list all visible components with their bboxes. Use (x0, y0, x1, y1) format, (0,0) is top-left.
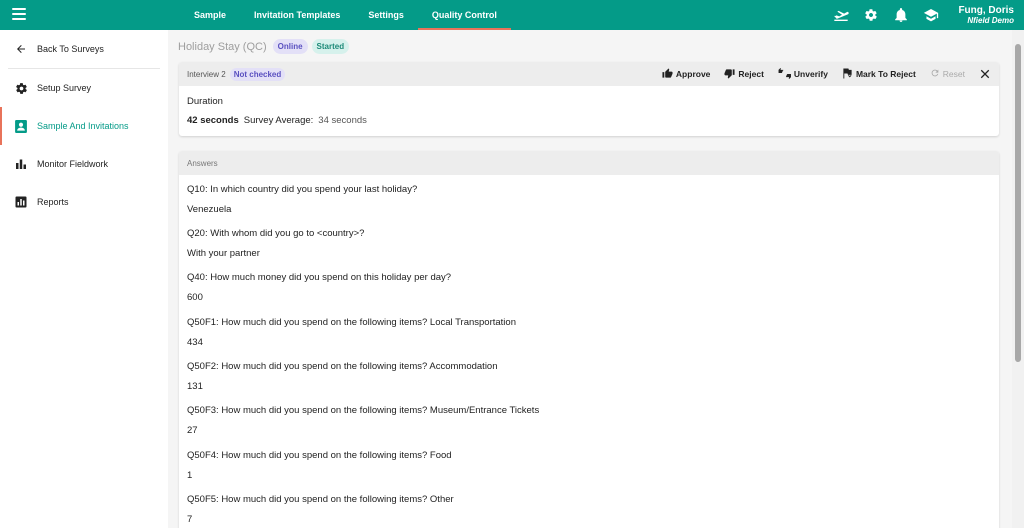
answer-item: Q10: In which country did you spend your… (187, 184, 417, 216)
duration-value: 42 seconds (187, 115, 239, 126)
arrow-left-icon (14, 42, 28, 56)
graduation-cap-icon[interactable] (922, 6, 940, 24)
approve-label: Approve (675, 69, 711, 79)
flag-thumbs-down-icon (842, 67, 853, 81)
thumbs-up-down-icon (778, 67, 792, 81)
answer-item: Q50F4: How much did you spend on the fol… (187, 450, 452, 482)
answers-label: Answers (187, 158, 218, 168)
answer-item: Q40: How much money did you spend on thi… (187, 272, 451, 304)
scrollbar-thumb[interactable] (1015, 44, 1021, 362)
top-icons (832, 0, 940, 30)
answer-text: 131 (187, 381, 203, 392)
nav-sample[interactable]: Sample (180, 0, 240, 30)
survey-header: Holiday Stay (QC) Online Started (178, 39, 350, 54)
plane-icon[interactable] (832, 6, 850, 24)
sidebar-item-monitor-fieldwork[interactable]: Monitor Fieldwork (0, 145, 168, 183)
thumbs-up-icon (662, 67, 673, 81)
duration-row: 42 seconds Survey Average: 34 seconds (187, 115, 367, 126)
user-name: Fung, Doris (958, 5, 1014, 16)
interview-actions: Approve Reject Unverify Mark To Reject R… (662, 62, 991, 86)
gear-icon (14, 81, 28, 95)
bar-chart-icon (14, 157, 28, 171)
answer-item: Q50F3: How much did you spend on the fol… (187, 405, 539, 437)
unverify-button[interactable]: Unverify (778, 67, 828, 81)
interview-card-header: Interview 2 Not checked Approve Reject U… (179, 62, 999, 86)
question-text: Q40: How much money did you spend on thi… (187, 272, 452, 283)
refresh-icon (930, 68, 940, 80)
status-badge-online: Online (272, 39, 308, 54)
bell-icon[interactable] (892, 6, 910, 24)
sidebar: Back To Surveys Setup Survey Sample And … (0, 30, 168, 528)
survey-average-label: Survey Average: (243, 115, 314, 126)
status-badge-not-checked: Not checked (229, 67, 286, 81)
question-text: Q50F2: How much did you spend on the fol… (187, 361, 498, 372)
menu-icon[interactable] (12, 8, 26, 20)
sidebar-item-label: Sample And Invitations (37, 121, 129, 131)
gear-icon[interactable] (862, 6, 880, 24)
answer-text: 1 (187, 470, 193, 481)
answer-text: 600 (187, 292, 203, 303)
answer-item: Q50F2: How much did you spend on the fol… (187, 361, 498, 393)
survey-average-value: 34 seconds (318, 115, 367, 126)
answer-text: With your partner (187, 248, 260, 259)
reject-label: Reject (738, 69, 764, 79)
reset-label: Reset (942, 69, 965, 79)
approve-button[interactable]: Approve (662, 67, 711, 81)
close-icon[interactable] (979, 68, 991, 80)
question-text: Q10: In which country did you spend your… (187, 184, 418, 195)
nav-invitation-templates[interactable]: Invitation Templates (240, 0, 354, 30)
answer-text: 434 (187, 337, 203, 348)
reject-button[interactable]: Reject (724, 68, 764, 81)
scrollbar[interactable] (1012, 30, 1024, 528)
contact-card-icon (14, 119, 28, 133)
answer-text: 27 (187, 425, 198, 436)
user-menu[interactable]: Fung, Doris Nfield Demo (958, 5, 1014, 26)
answers-card: Answers Q10: In which country did you sp… (179, 151, 999, 528)
sidebar-item-sample-and-invitations[interactable]: Sample And Invitations (0, 107, 168, 145)
sidebar-item-label: Reports (37, 197, 69, 207)
question-text: Q50F3: How much did you spend on the fol… (187, 405, 540, 416)
page-title: Holiday Stay (QC) (178, 40, 267, 53)
answer-text: 7 (187, 514, 193, 525)
question-text: Q50F5: How much did you spend on the fol… (187, 494, 454, 505)
main-content: Holiday Stay (QC) Online Started Intervi… (168, 30, 1012, 528)
interview-label: Interview 2 (187, 69, 226, 79)
nav-quality-control[interactable]: Quality Control (417, 0, 511, 30)
status-badge-started: Started (311, 39, 350, 54)
question-text: Q50F1: How much did you spend on the fol… (187, 317, 516, 328)
thumbs-down-icon (724, 68, 735, 81)
sidebar-item-setup-survey[interactable]: Setup Survey (0, 69, 168, 107)
sidebar-item-label: Monitor Fieldwork (37, 159, 109, 169)
question-text: Q20: With whom did you go to <country>? (187, 228, 365, 239)
answer-text: Venezuela (187, 204, 232, 215)
mark-to-reject-button[interactable]: Mark To Reject (842, 67, 916, 81)
question-text: Q50F4: How much did you spend on the fol… (187, 450, 452, 461)
answer-item: Q50F1: How much did you spend on the fol… (187, 317, 516, 349)
answer-item: Q50F5: How much did you spend on the fol… (187, 494, 454, 526)
answer-item: Q20: With whom did you go to <country>? … (187, 228, 364, 260)
answers-card-header: Answers (179, 151, 999, 175)
reset-button[interactable]: Reset (930, 68, 965, 80)
interview-card: Interview 2 Not checked Approve Reject U… (179, 62, 999, 136)
nav-settings[interactable]: Settings (354, 0, 418, 30)
top-app-bar: Sample Invitation Templates Settings Qua… (0, 0, 1024, 30)
sidebar-item-label: Setup Survey (37, 83, 92, 93)
user-org: Nfield Demo (967, 16, 1014, 25)
top-nav: Sample Invitation Templates Settings Qua… (180, 0, 511, 30)
duration-label: Duration (187, 96, 223, 107)
mark-to-reject-label: Mark To Reject (855, 69, 916, 79)
sidebar-item-label: Back To Surveys (37, 44, 104, 54)
unverify-label: Unverify (793, 69, 828, 79)
sidebar-item-back-to-surveys[interactable]: Back To Surveys (0, 30, 168, 68)
sidebar-item-reports[interactable]: Reports (0, 183, 168, 221)
report-icon (14, 195, 28, 209)
